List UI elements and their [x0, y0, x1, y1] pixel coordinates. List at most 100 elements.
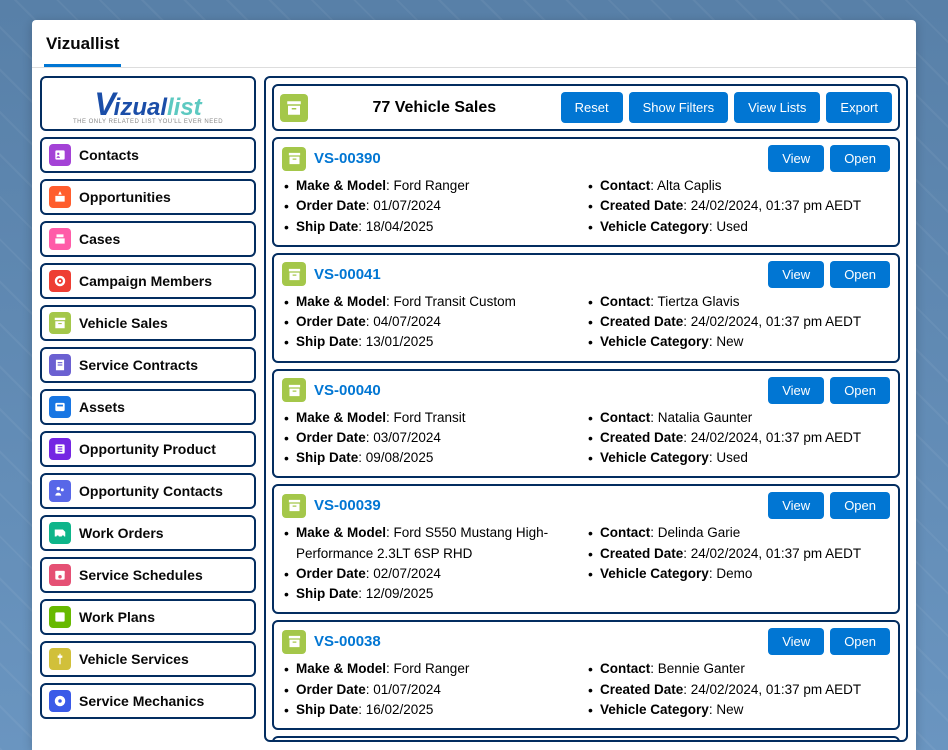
field-contact: Contact: Tiertza Glavis	[586, 292, 890, 312]
tab-vizuallist[interactable]: Vizuallist	[44, 28, 121, 67]
field-vehicle-category: Vehicle Category: Demo	[586, 564, 890, 584]
sidebar-item-assets[interactable]: Assets	[40, 389, 256, 425]
view-button[interactable]: View	[768, 377, 824, 404]
open-button[interactable]: Open	[830, 377, 890, 404]
field-created-date: Created Date: 24/02/2024, 01:37 pm AEDT	[586, 680, 890, 700]
field-ship-date: Ship Date: 09/08/2025	[282, 448, 586, 468]
sidebar: Vizuallist THE ONLY RELATED LIST YOU'LL …	[40, 76, 256, 742]
sidebar-item-service-schedules[interactable]: Service Schedules	[40, 557, 256, 593]
archive-icon	[282, 494, 306, 518]
field-ship-date: Ship Date: 13/01/2025	[282, 332, 586, 352]
logo-tagline: THE ONLY RELATED LIST YOU'LL EVER NEED	[46, 119, 250, 125]
field-created-date: Created Date: 24/02/2024, 01:37 pm AEDT	[586, 312, 890, 332]
record-card: VS-00038 View Open Make & Model: Ford Ra…	[272, 620, 900, 730]
logo: Vizuallist THE ONLY RELATED LIST YOU'LL …	[40, 76, 256, 131]
archive-icon	[282, 147, 306, 171]
sidebar-item-vehicle-sales[interactable]: Vehicle Sales	[40, 305, 256, 341]
sidebar-item-service-mechanics[interactable]: Service Mechanics	[40, 683, 256, 719]
sidebar-item-label: Service Contracts	[79, 357, 198, 373]
field-contact: Contact: Delinda Garie	[586, 523, 890, 543]
field-vehicle-category: Vehicle Category: New	[586, 332, 890, 352]
view-button[interactable]: View	[768, 492, 824, 519]
field-make-model: Make & Model: Ford Ranger	[282, 176, 586, 196]
sidebar-item-label: Service Schedules	[79, 567, 203, 583]
record-title-link[interactable]: VS-00390	[314, 150, 760, 167]
open-button[interactable]: Open	[830, 628, 890, 655]
sidebar-item-label: Contacts	[79, 147, 139, 163]
field-make-model: Make & Model: Ford Transit	[282, 408, 586, 428]
field-order-date: Order Date: 04/07/2024	[282, 312, 586, 332]
sidebar-icon	[49, 564, 71, 586]
field-contact: Contact: Bennie Ganter	[586, 659, 890, 679]
sidebar-item-work-plans[interactable]: Work Plans	[40, 599, 256, 635]
content-header: 77 Vehicle Sales Reset Show Filters View…	[272, 84, 900, 131]
view-button[interactable]: View	[768, 145, 824, 172]
sidebar-item-campaign-members[interactable]: Campaign Members	[40, 263, 256, 299]
content-panel: 77 Vehicle Sales Reset Show Filters View…	[264, 76, 908, 742]
archive-icon	[282, 630, 306, 654]
view-lists-button[interactable]: View Lists	[734, 92, 820, 123]
sidebar-item-contacts[interactable]: Contacts	[40, 137, 256, 173]
sidebar-icon	[49, 354, 71, 376]
page-title: 77 Vehicle Sales	[316, 99, 553, 117]
sidebar-item-label: Assets	[79, 399, 125, 415]
open-button[interactable]: Open	[830, 145, 890, 172]
sidebar-item-vehicle-services[interactable]: Vehicle Services	[40, 641, 256, 677]
sidebar-item-label: Campaign Members	[79, 273, 212, 289]
archive-icon	[282, 262, 306, 286]
record-card: VS-00037 View Open Make & Model: Ford Pu…	[272, 736, 900, 742]
sidebar-icon	[49, 522, 71, 544]
field-make-model: Make & Model: Ford Transit Custom	[282, 292, 586, 312]
sidebar-icon	[49, 396, 71, 418]
sidebar-item-label: Cases	[79, 231, 120, 247]
sidebar-item-service-contracts[interactable]: Service Contracts	[40, 347, 256, 383]
field-order-date: Order Date: 01/07/2024	[282, 680, 586, 700]
show-filters-button[interactable]: Show Filters	[629, 92, 729, 123]
field-created-date: Created Date: 24/02/2024, 01:37 pm AEDT	[586, 428, 890, 448]
view-button[interactable]: View	[768, 628, 824, 655]
view-button[interactable]: View	[768, 261, 824, 288]
record-title-link[interactable]: VS-00041	[314, 266, 760, 283]
field-ship-date: Ship Date: 16/02/2025	[282, 700, 586, 720]
sidebar-icon	[49, 312, 71, 334]
record-card: VS-00041 View Open Make & Model: Ford Tr…	[272, 253, 900, 363]
sidebar-item-opportunity-product[interactable]: Opportunity Product	[40, 431, 256, 467]
field-contact: Contact: Alta Caplis	[586, 176, 890, 196]
field-make-model: Make & Model: Ford Ranger	[282, 659, 586, 679]
tab-header: Vizuallist	[32, 20, 916, 68]
record-card: VS-00040 View Open Make & Model: Ford Tr…	[272, 369, 900, 479]
sidebar-item-label: Opportunities	[79, 189, 171, 205]
record-card: VS-00039 View Open Make & Model: Ford S5…	[272, 484, 900, 614]
record-title-link[interactable]: VS-00038	[314, 633, 760, 650]
sidebar-item-label: Opportunity Contacts	[79, 483, 223, 499]
sidebar-item-label: Service Mechanics	[79, 693, 204, 709]
open-button[interactable]: Open	[830, 261, 890, 288]
field-make-model: Make & Model: Ford S550 Mustang High-Per…	[282, 523, 586, 564]
sidebar-item-label: Work Orders	[79, 525, 164, 541]
field-created-date: Created Date: 24/02/2024, 01:37 pm AEDT	[586, 544, 890, 564]
record-card: VS-00390 View Open Make & Model: Ford Ra…	[272, 137, 900, 247]
export-button[interactable]: Export	[826, 92, 892, 123]
record-title-link[interactable]: VS-00040	[314, 382, 760, 399]
sidebar-item-opportunity-contacts[interactable]: Opportunity Contacts	[40, 473, 256, 509]
sidebar-item-label: Opportunity Product	[79, 441, 216, 457]
sidebar-icon	[49, 480, 71, 502]
sidebar-icon	[49, 690, 71, 712]
sidebar-item-work-orders[interactable]: Work Orders	[40, 515, 256, 551]
sidebar-item-label: Vehicle Sales	[79, 315, 168, 331]
field-order-date: Order Date: 01/07/2024	[282, 196, 586, 216]
open-button[interactable]: Open	[830, 492, 890, 519]
field-vehicle-category: Vehicle Category: New	[586, 700, 890, 720]
sidebar-icon	[49, 438, 71, 460]
field-ship-date: Ship Date: 18/04/2025	[282, 217, 586, 237]
archive-icon	[282, 378, 306, 402]
record-list: VS-00390 View Open Make & Model: Ford Ra…	[272, 137, 900, 742]
record-title-link[interactable]: VS-00039	[314, 497, 760, 514]
sidebar-item-label: Vehicle Services	[79, 651, 189, 667]
sidebar-item-label: Work Plans	[79, 609, 155, 625]
sidebar-item-opportunities[interactable]: Opportunities	[40, 179, 256, 215]
archive-icon	[280, 94, 308, 122]
reset-button[interactable]: Reset	[561, 92, 623, 123]
field-order-date: Order Date: 03/07/2024	[282, 428, 586, 448]
sidebar-item-cases[interactable]: Cases	[40, 221, 256, 257]
